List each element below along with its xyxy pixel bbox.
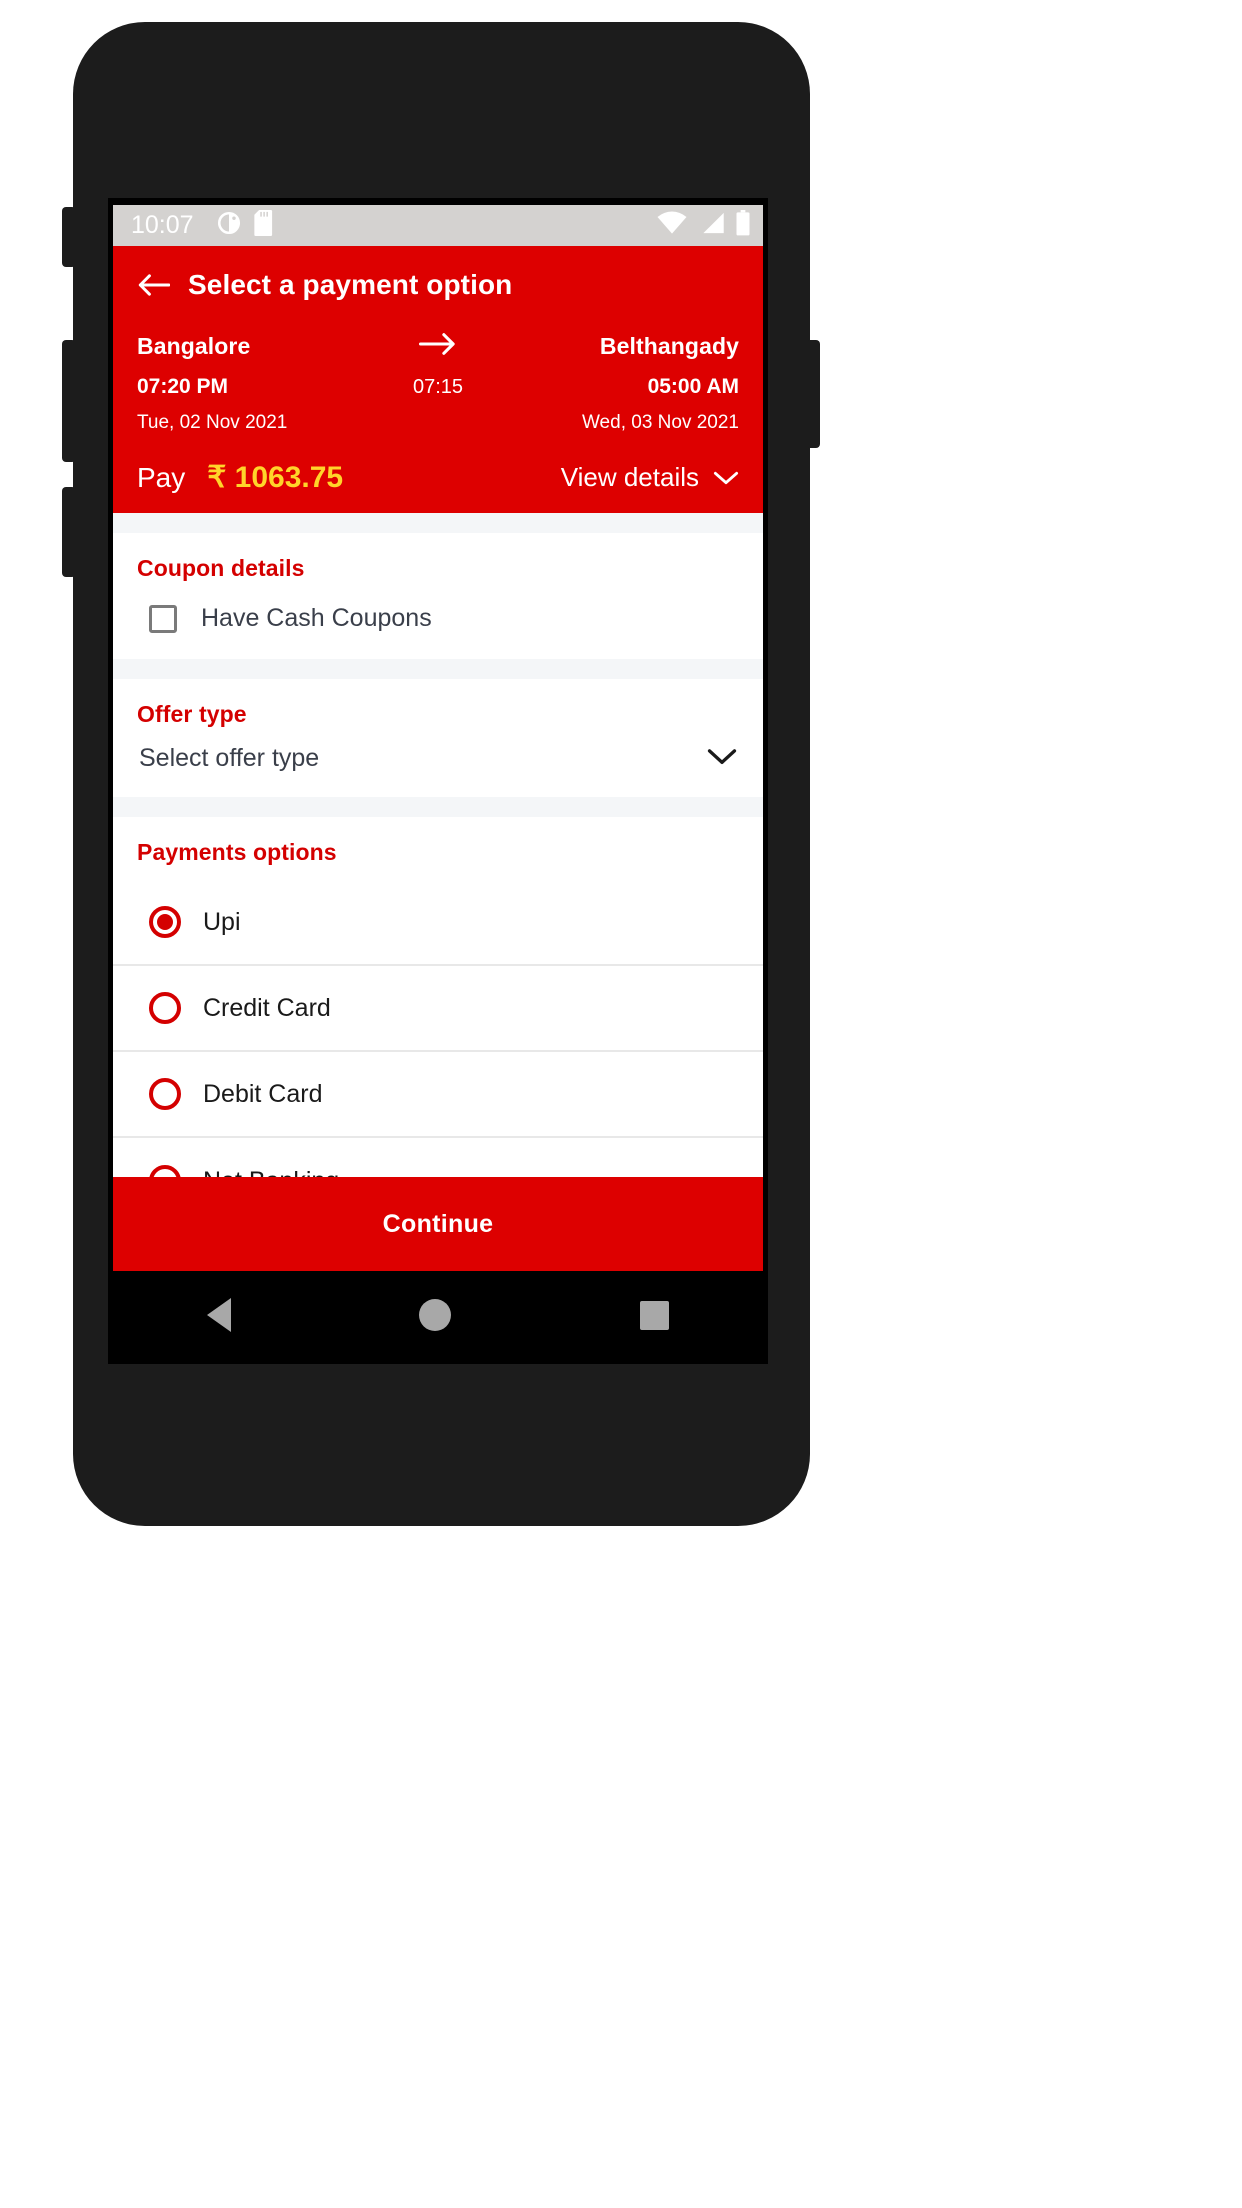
journey-duration: 07:15 — [412, 375, 464, 398]
app-header: Select a payment option Bangalore Beltha… — [113, 246, 763, 513]
arrow-right-icon — [418, 330, 458, 363]
android-navigation-bar — [113, 1271, 763, 1359]
journey-summary: Bangalore Belthangady 07:20 PM 07:15 05:… — [113, 330, 763, 434]
phone-side-button — [62, 207, 76, 267]
payment-option-label: Upi — [203, 907, 241, 936]
offer-type-selected-value: Select offer type — [139, 744, 320, 772]
arrival-time: 05:00 AM — [647, 375, 739, 398]
have-cash-coupons-checkbox[interactable] — [149, 604, 177, 633]
status-bar: 10:07 — [113, 205, 763, 246]
phone-volume-up-button — [62, 340, 76, 462]
departure-date: Tue, 02 Nov 2021 — [137, 412, 288, 433]
pay-amount: ₹ 1063.75 — [207, 461, 344, 494]
phone-volume-down-button — [62, 487, 76, 577]
section-gap — [113, 797, 763, 817]
section-gap — [113, 513, 763, 533]
battery-icon — [735, 210, 751, 241]
pay-summary-row: Pay ₹ 1063.75 View details — [113, 460, 763, 495]
payments-options-title: Payments options — [137, 839, 337, 865]
sd-card-icon — [253, 210, 276, 241]
payments-options-section: Payments options Upi Credit Card Debit C… — [113, 817, 763, 1177]
back-arrow-icon[interactable] — [137, 268, 171, 302]
payment-option-label: Credit Card — [203, 993, 331, 1022]
payment-option-debit-card[interactable]: Debit Card — [113, 1052, 763, 1138]
do-not-disturb-icon — [216, 210, 242, 241]
radio-button-credit-card[interactable] — [149, 992, 181, 1024]
journey-times-row: 07:20 PM 07:15 05:00 AM — [137, 375, 739, 399]
chevron-down-icon — [713, 462, 739, 493]
status-bar-clock: 10:07 — [131, 211, 194, 239]
departure-time: 07:20 PM — [137, 375, 229, 398]
page-body: Coupon details Have Cash Coupons Offer t… — [113, 513, 763, 1177]
payment-option-net-banking[interactable]: Net Banking — [113, 1138, 763, 1177]
cellular-signal-icon — [697, 211, 725, 240]
radio-button-debit-card[interactable] — [149, 1078, 181, 1110]
continue-button[interactable]: Continue — [113, 1177, 763, 1271]
coupon-details-section: Coupon details Have Cash Coupons — [113, 533, 763, 659]
payment-option-credit-card[interactable]: Credit Card — [113, 966, 763, 1052]
phone-power-button — [806, 340, 820, 448]
radio-button-net-banking[interactable] — [149, 1165, 181, 1177]
have-cash-coupons-label: Have Cash Coupons — [201, 604, 432, 632]
origin-city: Bangalore — [137, 333, 251, 359]
app-bar: Select a payment option — [113, 246, 763, 324]
payment-option-label: Net Banking — [203, 1167, 339, 1178]
pay-label: Pay — [137, 461, 186, 493]
page-title: Select a payment option — [188, 269, 513, 300]
payment-option-upi[interactable]: Upi — [113, 880, 763, 966]
destination-city: Belthangady — [599, 333, 739, 359]
phone-screen: 10:07 Select a payment option Bangalore … — [108, 198, 768, 1364]
payment-option-label: Debit Card — [203, 1079, 323, 1108]
coupon-details-title: Coupon details — [137, 555, 305, 581]
nav-back-icon[interactable] — [207, 1298, 232, 1332]
screenshot-canvas: 10:07 Select a payment option Bangalore … — [0, 0, 1242, 2208]
offer-type-section: Offer type Select offer type — [113, 679, 763, 797]
status-bar-right-icons — [657, 210, 751, 241]
nav-home-icon[interactable] — [419, 1299, 452, 1331]
offer-type-title: Offer type — [137, 701, 247, 727]
radio-button-upi[interactable] — [149, 906, 181, 938]
chevron-down-icon[interactable] — [707, 747, 737, 771]
wifi-icon — [657, 211, 687, 240]
view-details-label: View details — [560, 462, 699, 492]
section-gap — [113, 659, 763, 679]
offer-type-dropdown[interactable]: Select offer type — [113, 728, 763, 773]
nav-recents-icon[interactable] — [639, 1300, 669, 1330]
arrival-date: Wed, 03 Nov 2021 — [581, 412, 739, 433]
have-cash-coupons-row[interactable]: Have Cash Coupons — [113, 582, 763, 633]
journey-dates-row: Tue, 02 Nov 2021 Wed, 03 Nov 2021 — [137, 412, 739, 434]
view-details-button[interactable]: View details — [561, 462, 739, 493]
status-bar-left-icons — [216, 210, 276, 241]
journey-cities-row: Bangalore Belthangady — [137, 330, 739, 363]
